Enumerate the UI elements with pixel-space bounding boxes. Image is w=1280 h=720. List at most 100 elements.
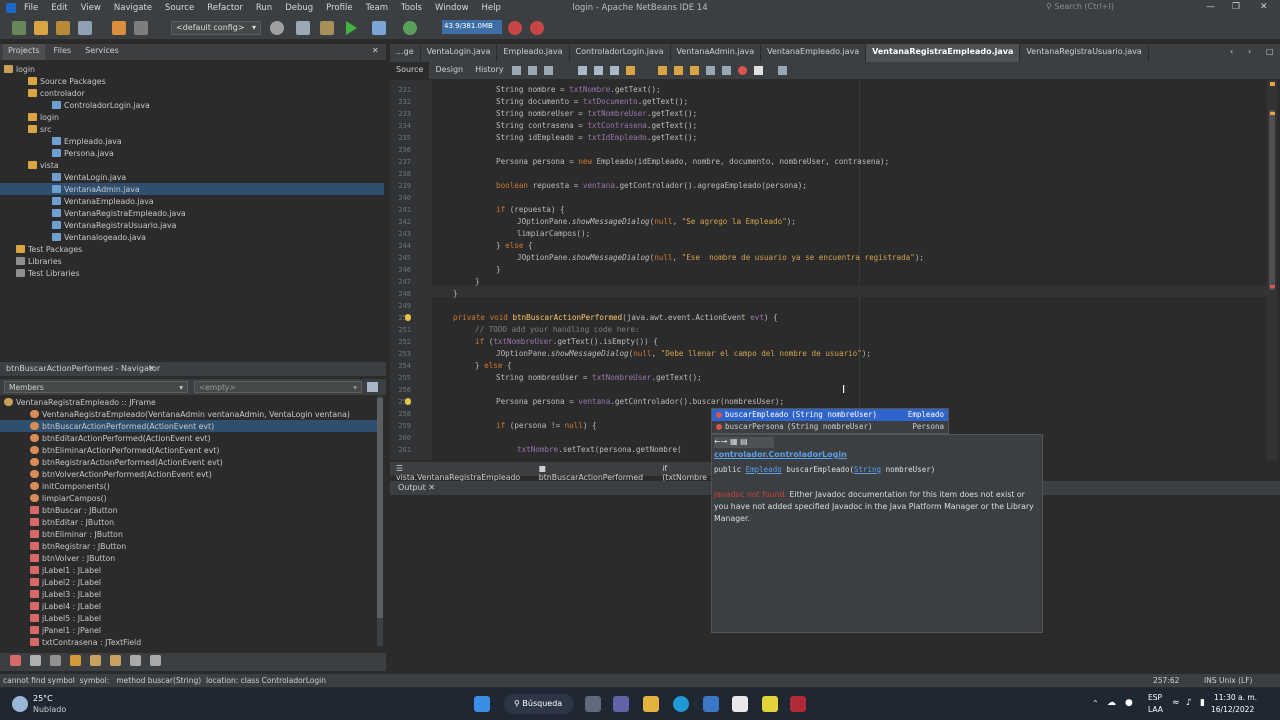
code-line[interactable]: JOptionPane.showMessageDialog(null, "Deb… bbox=[496, 349, 871, 358]
sig-param-type[interactable]: String bbox=[854, 465, 881, 474]
tree-item[interactable]: Source Packages bbox=[28, 75, 106, 87]
wifi-icon[interactable]: ≈ bbox=[1172, 698, 1180, 708]
undo-icon[interactable] bbox=[112, 21, 126, 35]
navigator-item[interactable]: btnBuscar : JButton bbox=[30, 504, 118, 516]
code-line[interactable]: JOptionPane.showMessageDialog(null, "Se … bbox=[517, 217, 796, 226]
tab-projects[interactable]: Projects bbox=[3, 44, 45, 60]
weather-icon[interactable] bbox=[12, 696, 28, 712]
find-next-icon[interactable] bbox=[610, 66, 619, 75]
close-navigator-icon[interactable]: ✕ bbox=[148, 364, 155, 373]
code-line[interactable]: Persona persona = ventana.getControlador… bbox=[496, 397, 784, 406]
design-tab[interactable]: Design bbox=[429, 62, 469, 79]
tree-item[interactable]: login bbox=[4, 63, 35, 75]
navigator-item[interactable]: btnVolver : JButton bbox=[30, 552, 115, 564]
navigator-secondary-select[interactable]: <empty> ▾ bbox=[194, 381, 362, 393]
tree-item[interactable]: Ventanalogeado.java bbox=[52, 231, 146, 243]
gc-icon[interactable] bbox=[508, 21, 522, 35]
start-icon[interactable] bbox=[474, 696, 490, 712]
task-view-icon[interactable] bbox=[585, 696, 601, 712]
tree-item[interactable]: controlador bbox=[28, 87, 85, 99]
history-tab[interactable]: History bbox=[469, 62, 509, 79]
code-line[interactable]: } bbox=[496, 265, 501, 274]
expand-icon[interactable] bbox=[130, 655, 141, 666]
run-icon[interactable] bbox=[346, 21, 357, 35]
back-arrow-icon[interactable]: ← bbox=[714, 437, 721, 446]
ide-search-input[interactable]: ⚲ Search (Ctrl+I) bbox=[1046, 2, 1186, 14]
editor-tab-active[interactable]: VentanaRegistraEmpleado.java bbox=[866, 44, 1021, 62]
tree-item[interactable]: Libraries bbox=[16, 255, 62, 267]
source-tab[interactable]: Source bbox=[390, 62, 430, 79]
editor-tab[interactable]: VentanaEmpleado.java bbox=[761, 44, 867, 62]
error-bulb-icon[interactable] bbox=[405, 398, 411, 405]
tree-item[interactable]: VentanaRegistraUsuario.java bbox=[52, 219, 176, 231]
code-line[interactable]: limpiarCampos(); bbox=[517, 229, 590, 238]
build-project-icon[interactable] bbox=[320, 21, 334, 35]
stop-macro-icon[interactable] bbox=[754, 66, 763, 75]
filter-nonpublic-icon[interactable] bbox=[50, 655, 61, 666]
sort-source-icon[interactable] bbox=[110, 655, 121, 666]
netbeans-taskbar-icon[interactable] bbox=[732, 696, 748, 712]
navigator-item[interactable]: jLabel1 : JLabel bbox=[30, 564, 101, 576]
completion-item[interactable]: buscarEmpleado (String nombreUser) Emplead… bbox=[712, 409, 948, 421]
editor-tab[interactable]: ControladorLogin.java bbox=[570, 44, 671, 62]
code-line[interactable]: JOptionPane.showMessageDialog(null, "Ese… bbox=[517, 253, 924, 262]
minimize-button[interactable]: — bbox=[1206, 2, 1215, 12]
navigator-item[interactable]: limpiarCampos() bbox=[30, 492, 107, 504]
volume-icon[interactable]: ♪ bbox=[1186, 698, 1192, 708]
filter-fields-icon[interactable] bbox=[10, 655, 21, 666]
navigator-item[interactable]: btnEliminarActionPerformed(ActionEvent e… bbox=[30, 444, 219, 456]
editor-tab[interactable]: VentanaAdmin.java bbox=[671, 44, 762, 62]
code-line[interactable]: if (repuesta) { bbox=[496, 205, 565, 214]
scroll-tabs-right-icon[interactable]: › bbox=[1248, 47, 1251, 56]
collapse-icon[interactable] bbox=[150, 655, 161, 666]
sig-type[interactable]: Empleado bbox=[746, 465, 782, 474]
tab-services[interactable]: Services bbox=[80, 44, 124, 60]
code-line[interactable]: if (persona != null) { bbox=[496, 421, 597, 430]
navigator-scrollbar[interactable] bbox=[377, 396, 383, 646]
forward-icon[interactable] bbox=[544, 66, 553, 75]
navigator-item[interactable]: initComponents() bbox=[30, 480, 110, 492]
navigator-item[interactable]: btnRegistrarActionPerformed(ActionEvent … bbox=[30, 456, 223, 468]
prev-bookmark-icon[interactable] bbox=[658, 66, 667, 75]
code-line[interactable]: txtNombre.setText(persona.getNombre( bbox=[517, 445, 682, 454]
navigator-item[interactable]: jLabel5 : JLabel bbox=[30, 612, 101, 624]
code-editor[interactable]: String nombre = txtNombre.getText(); Stri… bbox=[432, 80, 1267, 460]
members-select[interactable]: Members ▾ bbox=[4, 381, 188, 393]
toggle-bookmark-icon[interactable] bbox=[690, 66, 699, 75]
file-explorer-icon[interactable] bbox=[643, 696, 659, 712]
scrollbar-thumb[interactable] bbox=[1269, 110, 1275, 290]
tab-output[interactable]: Output bbox=[398, 483, 426, 492]
build-icon[interactable] bbox=[270, 21, 284, 35]
code-line[interactable]: } bbox=[453, 289, 458, 298]
editor-scrollbar[interactable] bbox=[1267, 80, 1277, 460]
editor-tab[interactable]: VentaLogin.java bbox=[421, 44, 498, 62]
code-line[interactable]: if (txtNombreUser.getText().isEmpty()) { bbox=[475, 337, 658, 346]
microphone-icon[interactable]: ● bbox=[1125, 698, 1133, 708]
tree-item[interactable]: vista bbox=[28, 159, 59, 171]
navigator-item[interactable]: VentanaRegistraEmpleado(VentanaAdmin ven… bbox=[30, 408, 350, 420]
scrollbar-thumb[interactable] bbox=[377, 398, 383, 618]
scroll-tabs-left-icon[interactable]: ‹ bbox=[1230, 47, 1233, 56]
config-select[interactable]: <default config> ▾ bbox=[171, 21, 261, 35]
comment-icon[interactable] bbox=[778, 66, 787, 75]
layout-indicator[interactable]: LAA bbox=[1148, 705, 1163, 714]
close-button[interactable]: ✕ bbox=[1260, 2, 1268, 12]
navigator-item[interactable]: VentanaRegistraEmpleado :: JFrame bbox=[4, 396, 156, 408]
code-line[interactable]: String idEmpleado = txtIdEmpleado.getTex… bbox=[496, 133, 697, 142]
store-icon[interactable] bbox=[703, 696, 719, 712]
javadoc-class-link[interactable]: controlador.ControladorLogin bbox=[714, 450, 847, 459]
onedrive-icon[interactable]: ☁ bbox=[1107, 698, 1116, 708]
tree-item[interactable]: VentanaEmpleado.java bbox=[52, 195, 154, 207]
redo-icon[interactable] bbox=[134, 21, 148, 35]
shift-left-icon[interactable] bbox=[706, 66, 715, 75]
navigator-item[interactable]: jPanel1 : JPanel bbox=[30, 624, 101, 636]
acrobat-icon[interactable] bbox=[790, 696, 806, 712]
code-line[interactable]: String nombresUser = txtNombreUser.getTe… bbox=[496, 373, 702, 382]
close-panel-icon[interactable]: ✕ bbox=[372, 46, 379, 55]
tray-expand-icon[interactable]: ⌃ bbox=[1092, 699, 1099, 708]
navigator-item[interactable]: jLabel3 : JLabel bbox=[30, 588, 101, 600]
navigator-item[interactable]: btnEditar : JButton bbox=[30, 516, 114, 528]
restore-icon[interactable]: □ bbox=[1266, 47, 1274, 56]
shift-right-icon[interactable] bbox=[722, 66, 731, 75]
memory-indicator[interactable]: 43.9/381.0MB bbox=[442, 20, 502, 34]
